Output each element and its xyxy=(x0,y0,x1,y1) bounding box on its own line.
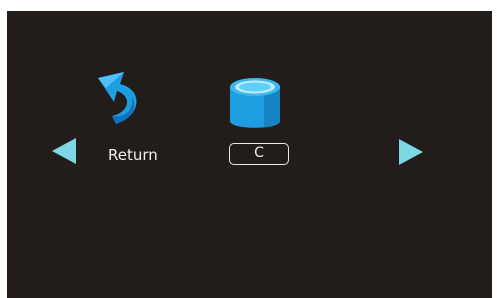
chevron-right-icon[interactable] xyxy=(399,139,423,165)
chevron-left-icon[interactable] xyxy=(52,138,76,164)
return-label[interactable]: Return xyxy=(108,146,158,164)
return-item[interactable] xyxy=(86,64,142,128)
screen-border xyxy=(0,0,7,298)
drive-label[interactable]: C xyxy=(229,143,289,165)
return-arrow-icon xyxy=(98,72,137,124)
drive-item[interactable] xyxy=(226,75,284,133)
drive-icon xyxy=(230,78,280,128)
